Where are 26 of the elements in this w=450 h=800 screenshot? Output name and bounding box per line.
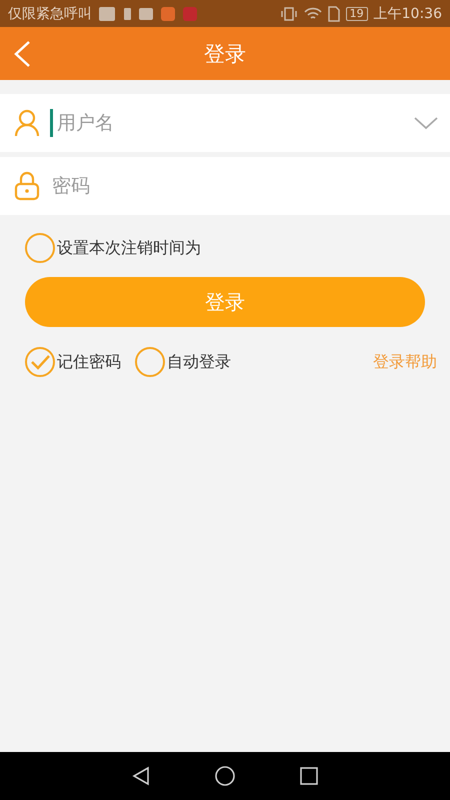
clock: 上午10:36 <box>374 4 442 22</box>
home-nav-icon <box>214 765 236 787</box>
username-field[interactable]: 用户名 <box>0 94 450 152</box>
checkbox-label: 设置本次注销时间为 <box>57 238 201 258</box>
checkbox-label: 记住密码 <box>57 352 121 372</box>
lock-icon <box>14 171 40 201</box>
checkbox-label: 自动登录 <box>167 352 231 372</box>
back-nav-icon <box>131 766 152 786</box>
password-field[interactable]: 密码 <box>0 157 450 215</box>
chevron-down-icon <box>414 116 438 130</box>
login-button[interactable]: 登录 <box>25 277 425 327</box>
status-text: 仅限紧急呼叫 <box>8 4 92 22</box>
page-title: 登录 <box>204 40 246 68</box>
wifi-icon <box>304 6 322 22</box>
help-link[interactable]: 登录帮助 <box>373 352 437 372</box>
username-input[interactable]: 用户名 <box>55 111 404 135</box>
vibrate-icon <box>280 6 298 22</box>
recents-nav-icon <box>298 766 319 786</box>
checkbox[interactable] <box>25 347 55 377</box>
checkbox[interactable] <box>135 347 165 377</box>
back-icon[interactable] <box>12 40 32 68</box>
battery-icon: 19 <box>346 6 368 20</box>
check-icon <box>30 354 50 370</box>
user-icon <box>14 109 40 137</box>
password-input[interactable]: 密码 <box>50 174 438 198</box>
checkbox[interactable] <box>25 233 55 263</box>
